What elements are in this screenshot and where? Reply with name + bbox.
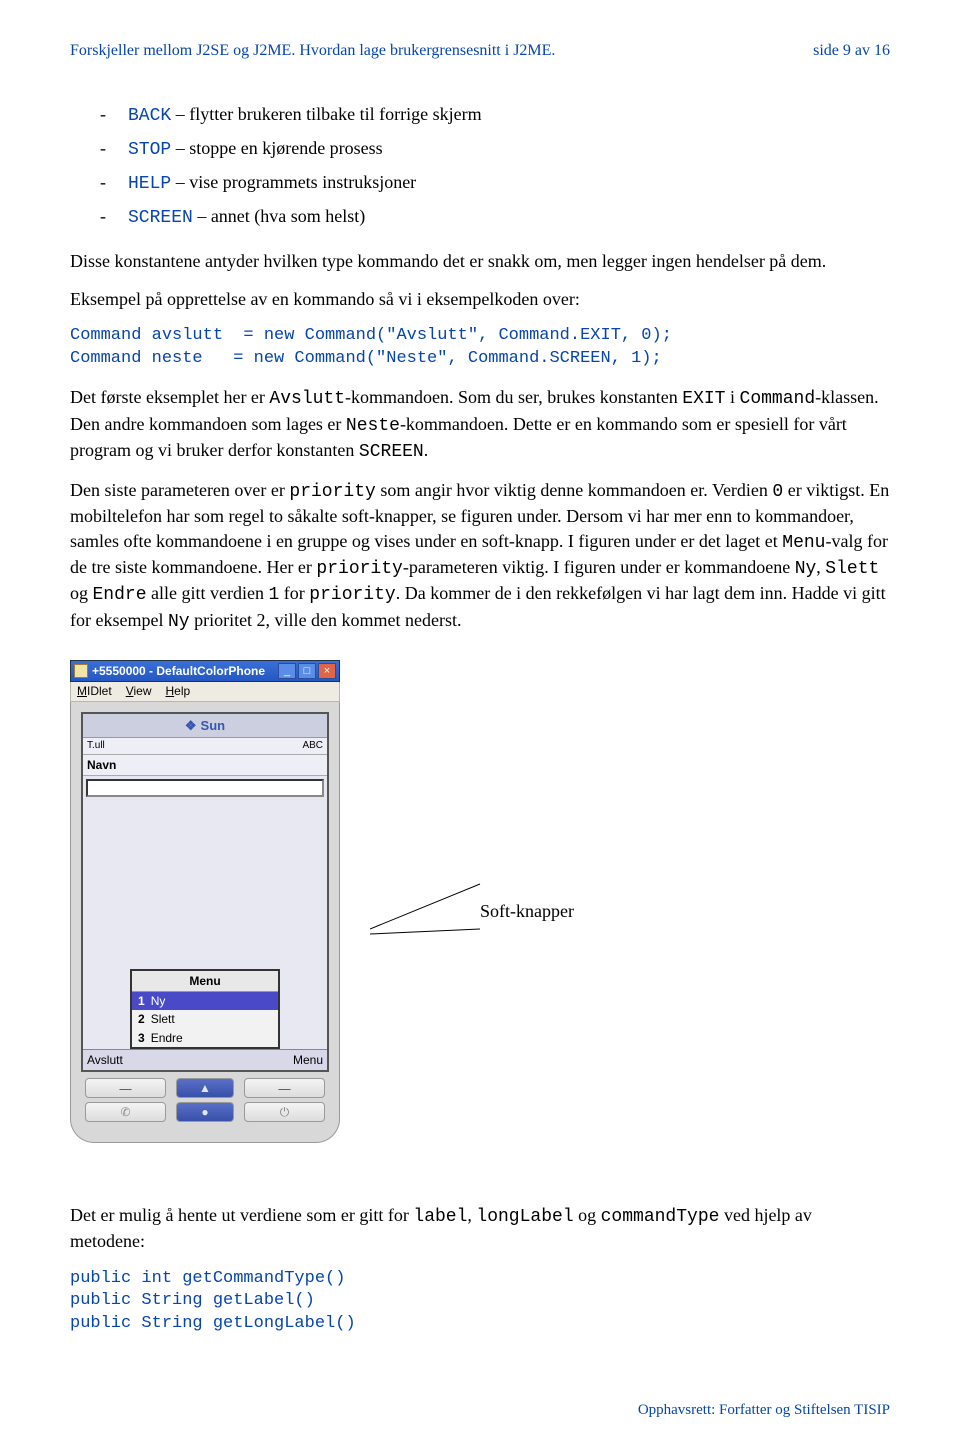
screen-body: Menu 1Ny 2Slett 3Endre bbox=[83, 800, 327, 1049]
right-soft-button[interactable]: — bbox=[244, 1078, 325, 1098]
sun-icon: ❖ bbox=[185, 717, 197, 735]
end-button[interactable]: ⏻ bbox=[244, 1102, 325, 1122]
menu-view[interactable]: View bbox=[126, 683, 152, 699]
list-item: -STOP – stoppe en kjørende prosess bbox=[100, 136, 890, 162]
left-soft-button[interactable]: — bbox=[85, 1078, 166, 1098]
navn-input[interactable] bbox=[86, 779, 324, 797]
menu-item-slett[interactable]: 2Slett bbox=[132, 1010, 278, 1028]
header-right: side 9 av 16 bbox=[813, 40, 890, 62]
list-item: -HELP – vise programmets instruksjoner bbox=[100, 170, 890, 196]
softkeys-caption: Soft-knapper bbox=[480, 899, 574, 923]
status-bar: T.ullABC bbox=[83, 738, 327, 755]
phone-buttons: — ▲ — ✆ ● ⏻ bbox=[81, 1078, 329, 1122]
menu-help[interactable]: Help bbox=[166, 683, 191, 699]
header-left: Forskjeller mellom J2SE og J2ME. Hvordan… bbox=[70, 40, 555, 62]
dpad-center[interactable]: ● bbox=[176, 1102, 234, 1122]
paragraph: Eksempel på opprettelse av en kommando s… bbox=[70, 287, 890, 311]
app-icon bbox=[74, 664, 88, 678]
emulator-window: +5550000 - DefaultColorPhone _ □ × MIDle… bbox=[70, 660, 340, 1143]
minimize-button[interactable]: _ bbox=[278, 663, 296, 679]
paragraph: Disse konstantene antyder hvilken type k… bbox=[70, 249, 890, 273]
paragraph: Det første eksemplet her er Avslutt-komm… bbox=[70, 385, 890, 464]
navn-label: Navn bbox=[83, 755, 327, 776]
paragraph: Den siste parameteren over er priority s… bbox=[70, 478, 890, 634]
maximize-button[interactable]: □ bbox=[298, 663, 316, 679]
menu-midlet[interactable]: MIDlet bbox=[77, 683, 112, 699]
bullet-list: -BACK – flytter brukeren tilbake til for… bbox=[100, 102, 890, 231]
softkey-bar: Avslutt Menu bbox=[83, 1049, 327, 1070]
phone-body: ❖Sun T.ullABC Navn Menu 1Ny 2Slett 3Endr… bbox=[70, 702, 340, 1143]
dpad-up[interactable]: ▲ bbox=[176, 1078, 234, 1098]
close-button[interactable]: × bbox=[318, 663, 336, 679]
page-footer: Opphavsrett: Forfatter og Stiftelsen TIS… bbox=[638, 1400, 890, 1420]
emulator-figure: +5550000 - DefaultColorPhone _ □ × MIDle… bbox=[70, 660, 890, 1143]
code-block: Command avslutt = new Command("Avslutt",… bbox=[70, 325, 890, 371]
menu-item-endre[interactable]: 3Endre bbox=[132, 1029, 278, 1047]
call-button[interactable]: ✆ bbox=[85, 1102, 166, 1122]
softkey-right[interactable]: Menu bbox=[293, 1052, 323, 1068]
paragraph: Det er mulig å hente ut verdiene som er … bbox=[70, 1203, 890, 1254]
menu-item-ny[interactable]: 1Ny bbox=[132, 992, 278, 1010]
phone-screen: ❖Sun T.ullABC Navn Menu 1Ny 2Slett 3Endr… bbox=[81, 712, 329, 1072]
menu-popup: Menu 1Ny 2Slett 3Endre bbox=[130, 969, 280, 1049]
titlebar: +5550000 - DefaultColorPhone _ □ × bbox=[70, 660, 340, 682]
screen-brand: ❖Sun bbox=[83, 714, 327, 739]
code-block: public int getCommandType() public Strin… bbox=[70, 1268, 890, 1337]
menu-title: Menu bbox=[132, 971, 278, 992]
softkey-left[interactable]: Avslutt bbox=[87, 1052, 123, 1068]
page-header: Forskjeller mellom J2SE og J2ME. Hvordan… bbox=[70, 40, 890, 62]
menubar: MIDlet View Help bbox=[70, 682, 340, 702]
window-title: +5550000 - DefaultColorPhone bbox=[92, 663, 265, 679]
list-item: -SCREEN – annet (hva som helst) bbox=[100, 204, 890, 230]
list-item: -BACK – flytter brukeren tilbake til for… bbox=[100, 102, 890, 128]
